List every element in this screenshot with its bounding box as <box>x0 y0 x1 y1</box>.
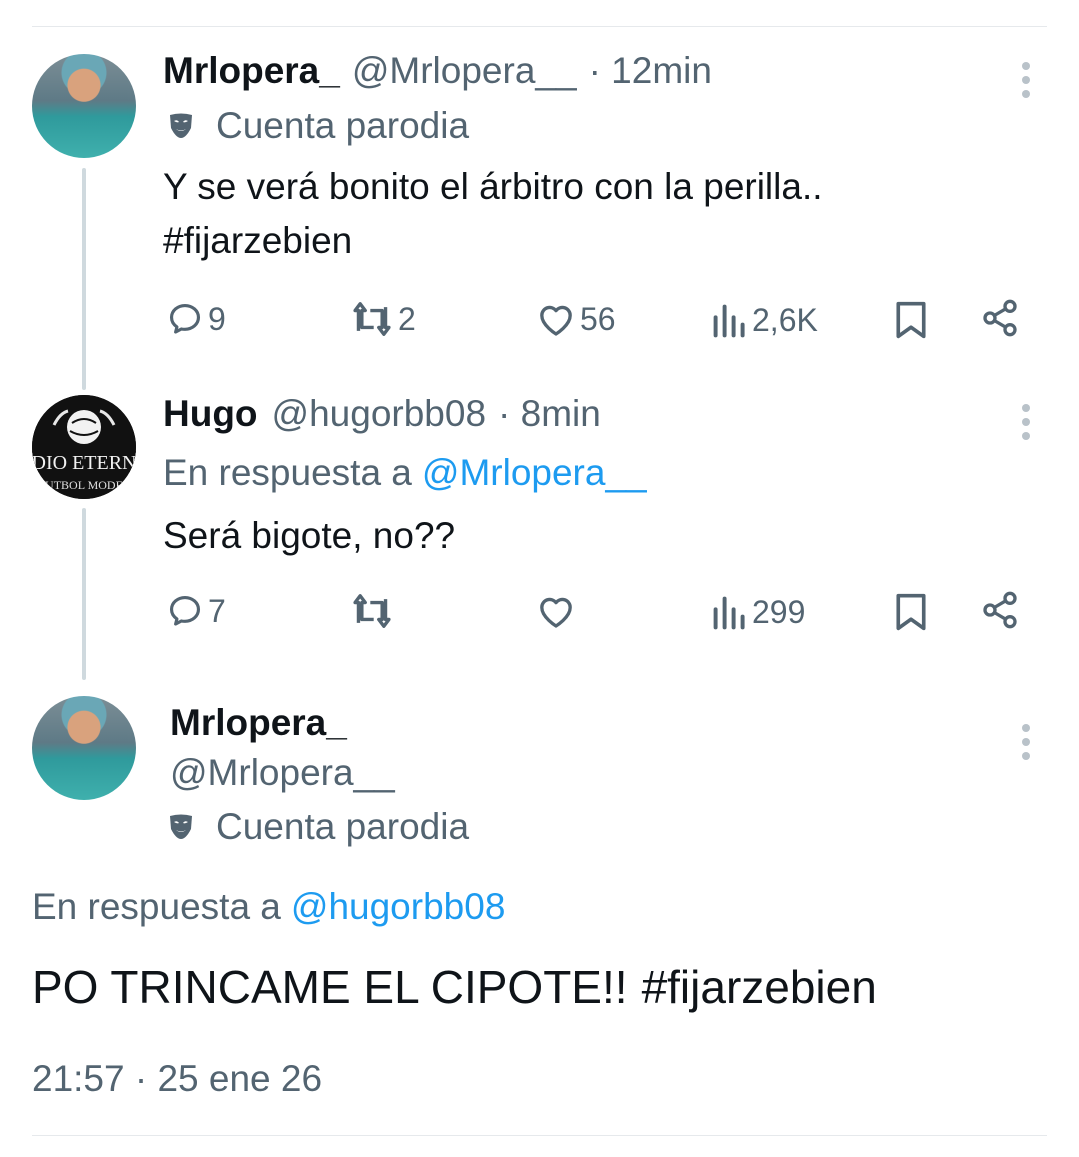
like-button[interactable] <box>536 592 580 630</box>
parody-label: Cuenta parodia <box>166 806 469 848</box>
share-icon <box>983 299 1017 337</box>
main-timestamp: 21:57 · 25 ene 26 <box>32 1058 322 1100</box>
reply-context: En respuesta a @Mrlopera__ <box>163 452 647 494</box>
reply-to-link[interactable]: @hugorbb08 <box>291 886 506 928</box>
views-icon <box>713 304 745 337</box>
reply-icon <box>169 595 201 626</box>
svg-text:DIO ETERN: DIO ETERN <box>32 452 136 474</box>
retweet-button[interactable]: 2 <box>350 300 416 338</box>
tweet-text: Y se verá bonito el árbitro con la peril… <box>163 166 823 207</box>
more-icon[interactable] <box>1021 62 1031 98</box>
share-button[interactable] <box>980 298 1020 338</box>
bookmark-button[interactable] <box>894 592 928 632</box>
hashtag-line: #fijarzebien <box>163 220 352 262</box>
like-button[interactable]: 56 <box>536 300 616 338</box>
retweet-icon <box>353 594 391 628</box>
reply-button[interactable]: 7 <box>166 592 226 630</box>
main-tweet-text: PO TRINCAME EL CIPOTE!! #fijarzebien <box>32 960 877 1014</box>
avatar[interactable] <box>32 696 136 800</box>
reply-context: En respuesta a @hugorbb08 <box>32 886 506 928</box>
hashtag-link[interactable]: #fijarzebien <box>642 960 877 1014</box>
bookmark-button[interactable] <box>894 300 928 340</box>
reply-button[interactable]: 9 <box>166 300 226 338</box>
display-name[interactable]: Mrlopera_ <box>170 702 347 744</box>
tweet-header: Hugo @hugorbb08 · 8min <box>163 393 601 435</box>
handle[interactable]: @hugorbb08 <box>272 393 487 435</box>
parody-text: Cuenta parodia <box>216 105 470 146</box>
top-divider <box>32 26 1047 27</box>
bookmark-icon <box>896 301 926 339</box>
svg-text:UTBOL MODE: UTBOL MODE <box>45 478 123 492</box>
views-icon <box>713 596 745 629</box>
display-name[interactable]: Hugo <box>163 393 258 435</box>
display-name[interactable]: Mrlopera_ <box>163 50 340 92</box>
timestamp[interactable]: · 12min <box>589 50 712 92</box>
bottom-divider <box>32 1135 1047 1136</box>
views-button[interactable]: 299 <box>712 594 805 631</box>
hashtag-link[interactable]: #fijarzebien <box>163 220 352 262</box>
like-count: 56 <box>580 300 616 337</box>
parody-mask-icon <box>170 113 192 138</box>
avatar[interactable]: DIO ETERN UTBOL MODE <box>32 395 136 499</box>
more-icon[interactable] <box>1021 724 1031 760</box>
share-button[interactable] <box>980 590 1020 630</box>
handle[interactable]: @Mrlopera__ <box>170 752 395 794</box>
reply-icon <box>169 303 201 334</box>
thread-line <box>82 168 86 390</box>
view-count: 2,6K <box>752 302 818 338</box>
retweet-button[interactable] <box>350 592 398 630</box>
timestamp[interactable]: · 8min <box>498 393 601 435</box>
reply-to-link[interactable]: @Mrlopera__ <box>422 452 647 494</box>
parody-text: Cuenta parodia <box>216 806 470 847</box>
handle[interactable]: @Mrlopera__ <box>352 50 577 92</box>
tweet-text: Será bigote, no?? <box>163 515 456 556</box>
retweet-icon <box>353 302 391 336</box>
tweet-header: Mrlopera_ @Mrlopera__ · 12min <box>163 50 712 92</box>
reply-count: 9 <box>208 300 226 337</box>
timestamp[interactable]: 21:57 · 25 ene 26 <box>32 1058 322 1100</box>
parody-mask-icon <box>170 814 192 839</box>
like-icon <box>540 305 572 336</box>
more-icon[interactable] <box>1021 404 1031 440</box>
share-icon <box>983 591 1017 629</box>
avatar-logo: DIO ETERN UTBOL MODE <box>32 395 136 499</box>
bookmark-icon <box>896 593 926 631</box>
main-handle: @Mrlopera__ <box>170 752 395 794</box>
retweet-count: 2 <box>398 300 416 337</box>
views-button[interactable]: 2,6K <box>712 302 818 339</box>
thread-line <box>82 508 86 680</box>
avatar[interactable] <box>32 54 136 158</box>
main-display-name: Mrlopera_ <box>170 702 347 744</box>
reply-count: 7 <box>208 592 226 629</box>
like-icon <box>540 597 572 628</box>
view-count: 299 <box>752 594 806 630</box>
parody-label: Cuenta parodia <box>166 105 469 147</box>
